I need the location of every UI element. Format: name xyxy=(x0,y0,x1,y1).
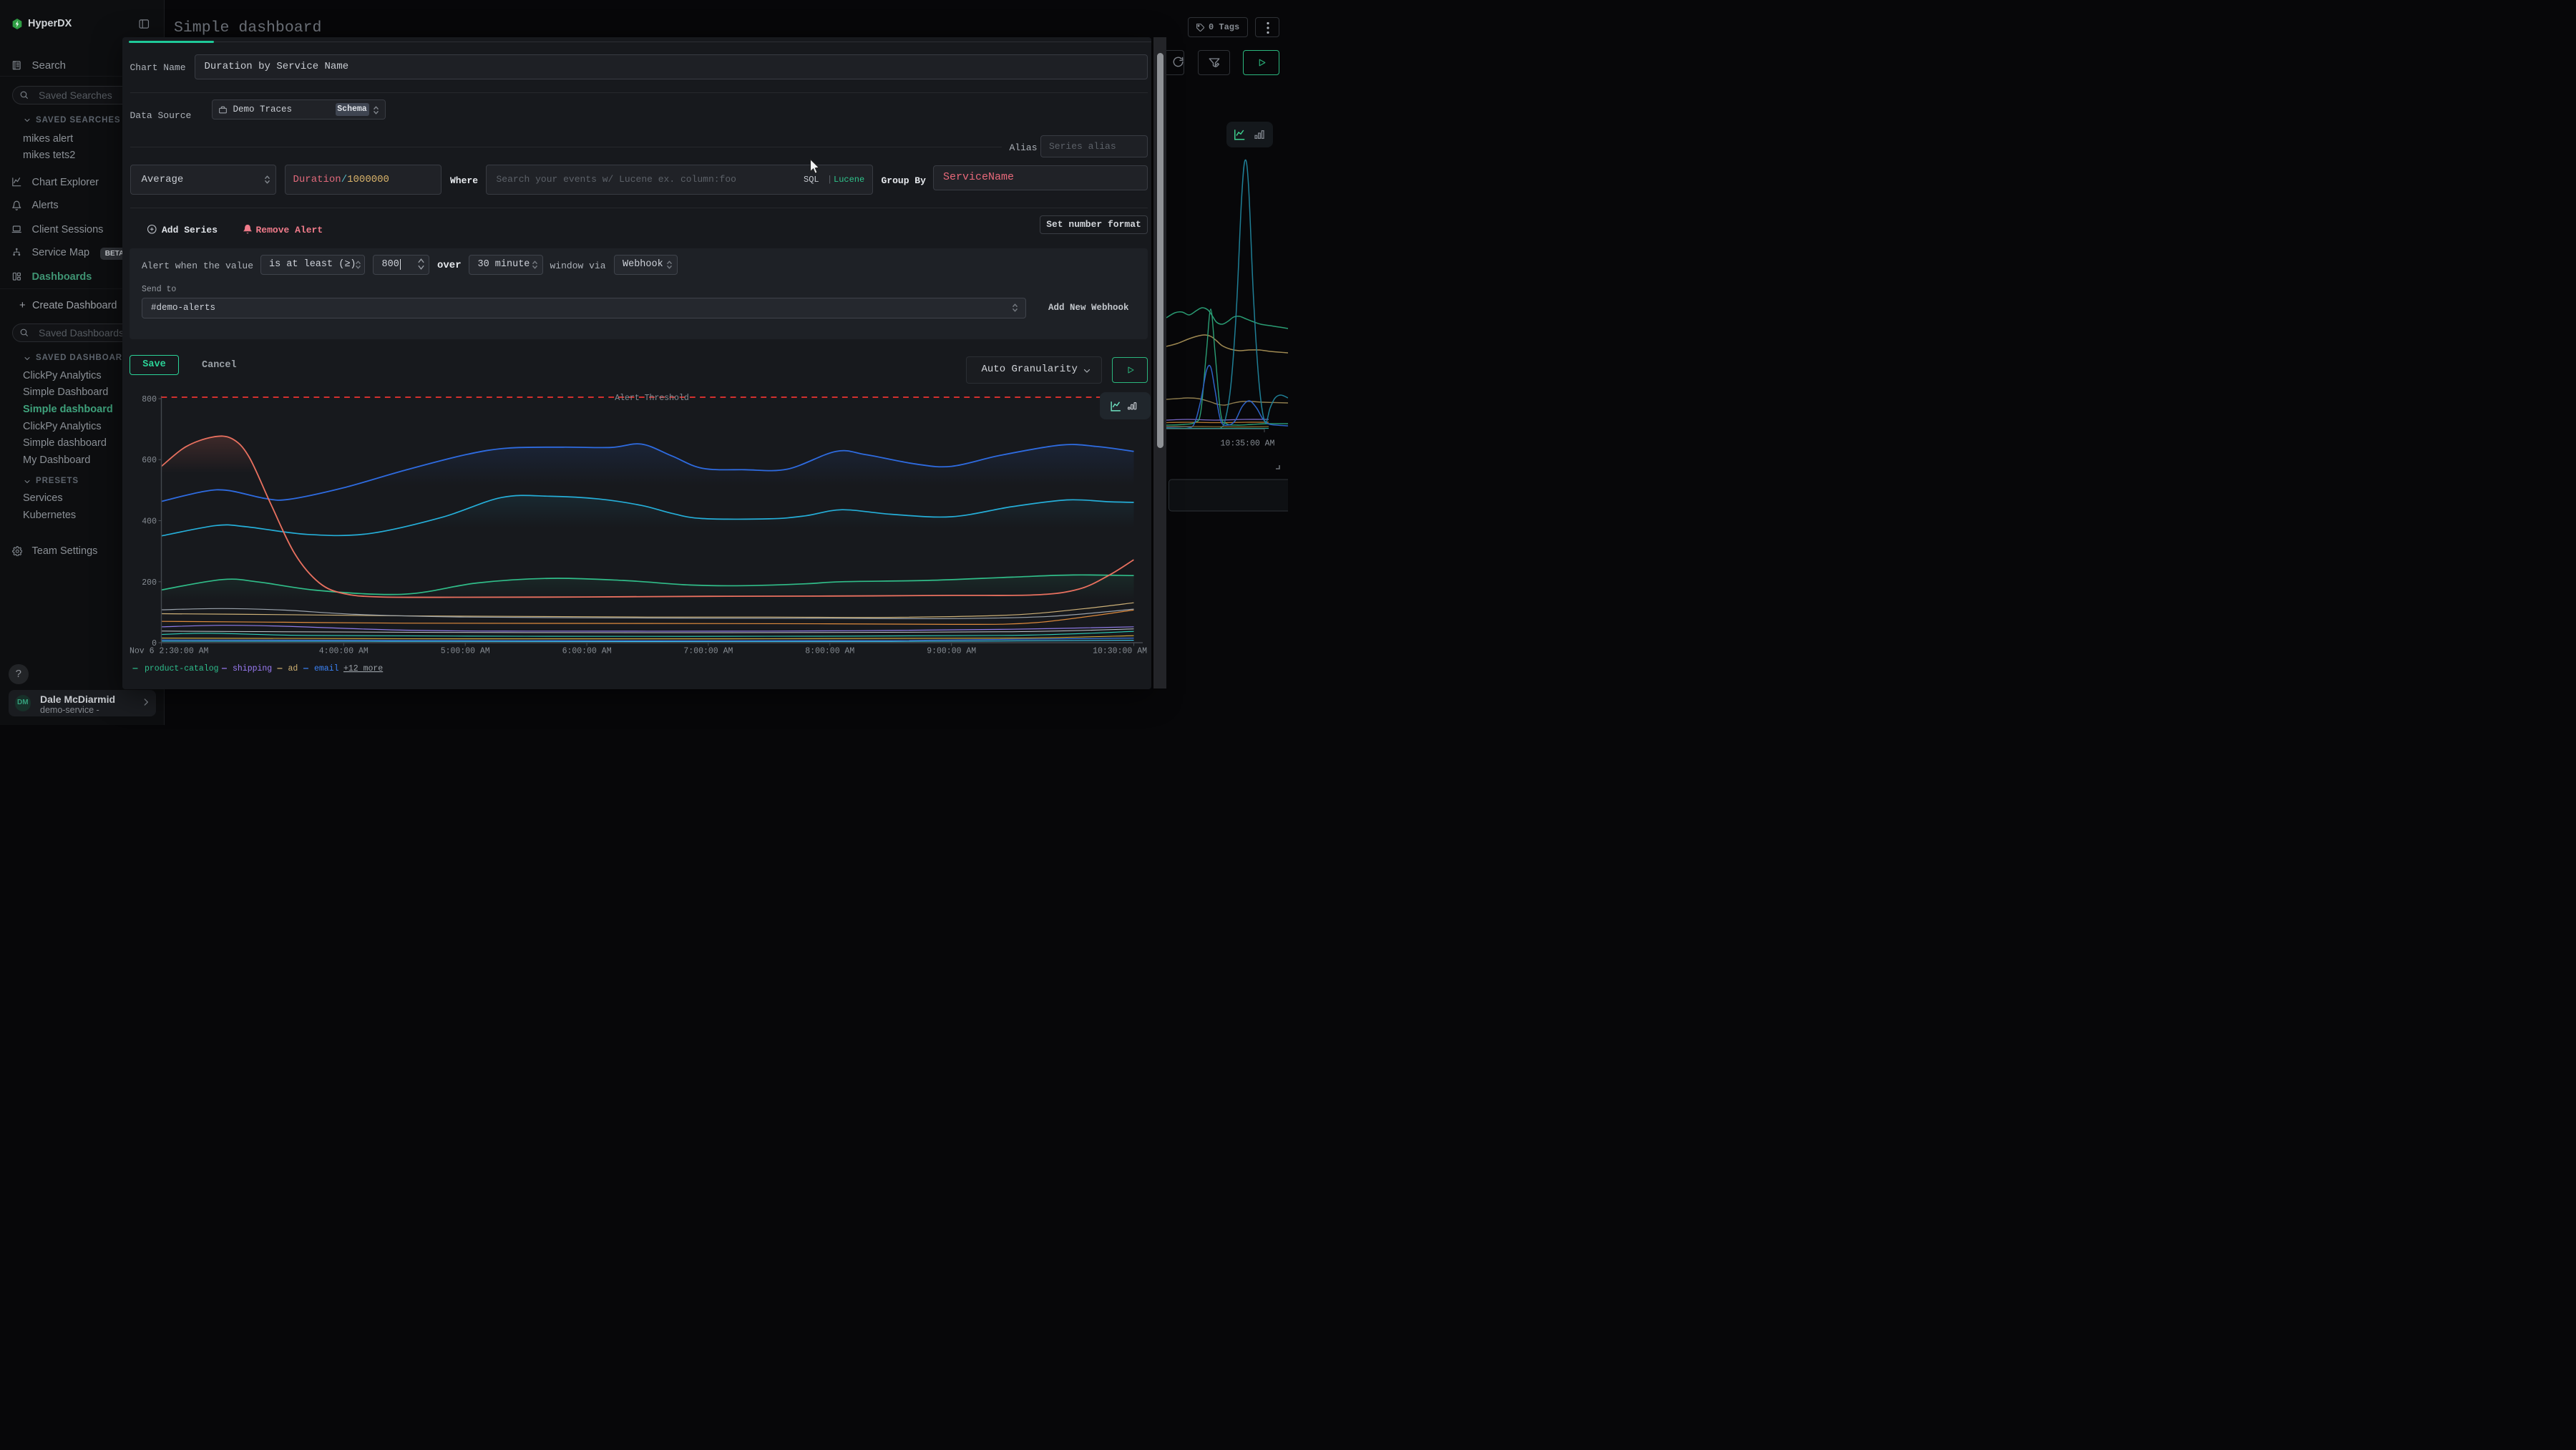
svg-text:email: email xyxy=(314,664,339,673)
svg-text:+12 more: +12 more xyxy=(343,664,383,673)
svg-text:shipping: shipping xyxy=(233,664,272,673)
svg-text:7:00:00 AM: 7:00:00 AM xyxy=(683,646,733,656)
svg-text:800: 800 xyxy=(142,395,157,404)
svg-text:4:00:00 AM: 4:00:00 AM xyxy=(319,646,369,656)
svg-text:Alert Threshold: Alert Threshold xyxy=(615,394,689,403)
svg-text:—: — xyxy=(277,664,283,673)
svg-text:9:00:00 AM: 9:00:00 AM xyxy=(927,646,976,656)
svg-text:400: 400 xyxy=(142,517,157,526)
svg-text:600: 600 xyxy=(142,456,157,465)
svg-text:6:00:00 AM: 6:00:00 AM xyxy=(562,646,612,656)
svg-text:5:00:00 AM: 5:00:00 AM xyxy=(441,646,490,656)
svg-text:—: — xyxy=(132,664,138,673)
svg-text:10:35:00 AM: 10:35:00 AM xyxy=(1221,439,1275,449)
svg-text:—: — xyxy=(303,664,308,673)
svg-text:8:00:00 AM: 8:00:00 AM xyxy=(805,646,854,656)
svg-text:product-catalog: product-catalog xyxy=(145,664,219,673)
svg-text:—: — xyxy=(221,664,227,673)
svg-text:Nov 6 2:30:00 AM: Nov 6 2:30:00 AM xyxy=(130,646,209,656)
svg-text:10:30:00 AM: 10:30:00 AM xyxy=(1093,646,1147,656)
svg-text:200: 200 xyxy=(142,578,157,587)
svg-text:ad: ad xyxy=(288,664,298,673)
